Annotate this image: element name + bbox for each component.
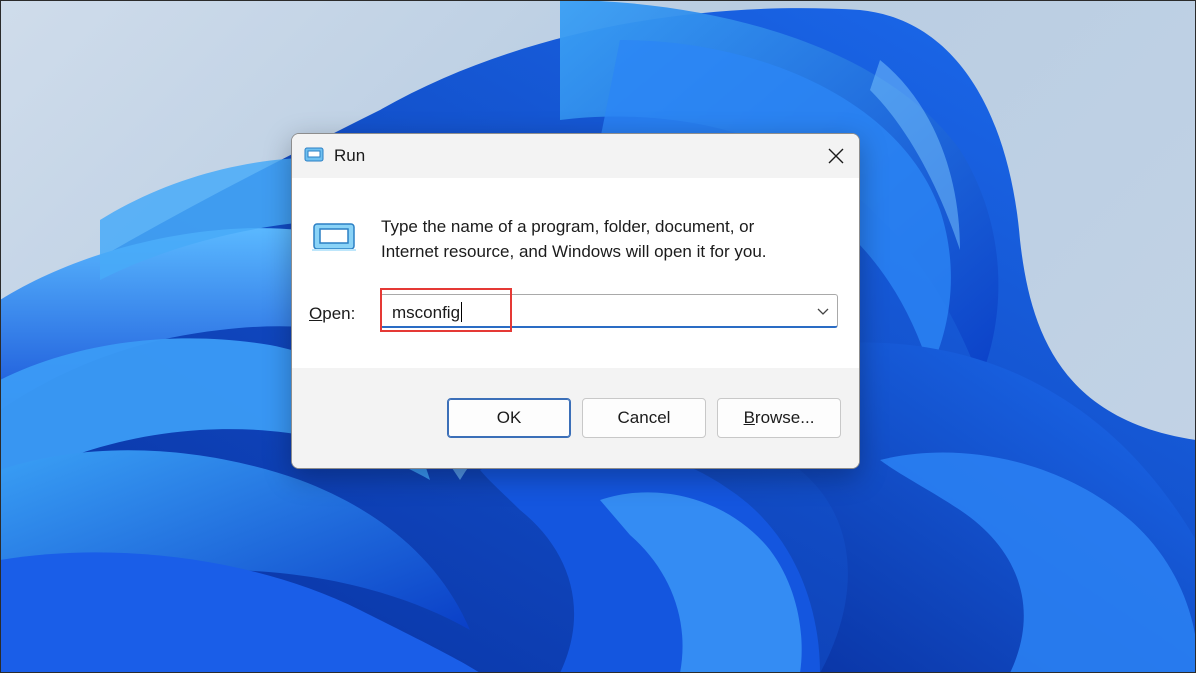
open-label: Open: (309, 304, 355, 324)
description-line: Internet resource, and Windows will open… (381, 242, 767, 261)
window-title: Run (334, 146, 366, 165)
titlebar[interactable]: Run (292, 134, 859, 178)
close-icon (828, 148, 844, 164)
cancel-button[interactable]: Cancel (582, 398, 706, 438)
run-dialog: Run Type the name of a program, folder, … (291, 133, 860, 469)
open-input-text: msconfig (392, 303, 461, 322)
dialog-description: Type the name of a program, folder, docu… (381, 214, 821, 264)
open-label-accelerator: O (309, 304, 323, 323)
description-line: Type the name of a program, folder, docu… (381, 217, 755, 236)
dialog-footer: OK Cancel Browse... (292, 368, 859, 468)
text-caret (461, 302, 463, 322)
open-combobox[interactable]: msconfig (380, 294, 838, 328)
run-app-icon (312, 223, 356, 251)
run-app-icon (304, 147, 324, 162)
open-input-value[interactable]: msconfig (392, 302, 463, 323)
browse-accelerator: B (743, 408, 755, 427)
ok-button[interactable]: OK (447, 398, 571, 438)
browse-label: rowse... (754, 408, 815, 427)
browse-button[interactable]: Browse... (717, 398, 841, 438)
close-button[interactable] (813, 134, 859, 178)
dialog-content: Type the name of a program, folder, docu… (292, 178, 859, 368)
chevron-down-icon[interactable] (815, 303, 831, 319)
open-label-text: pen: (322, 304, 356, 323)
